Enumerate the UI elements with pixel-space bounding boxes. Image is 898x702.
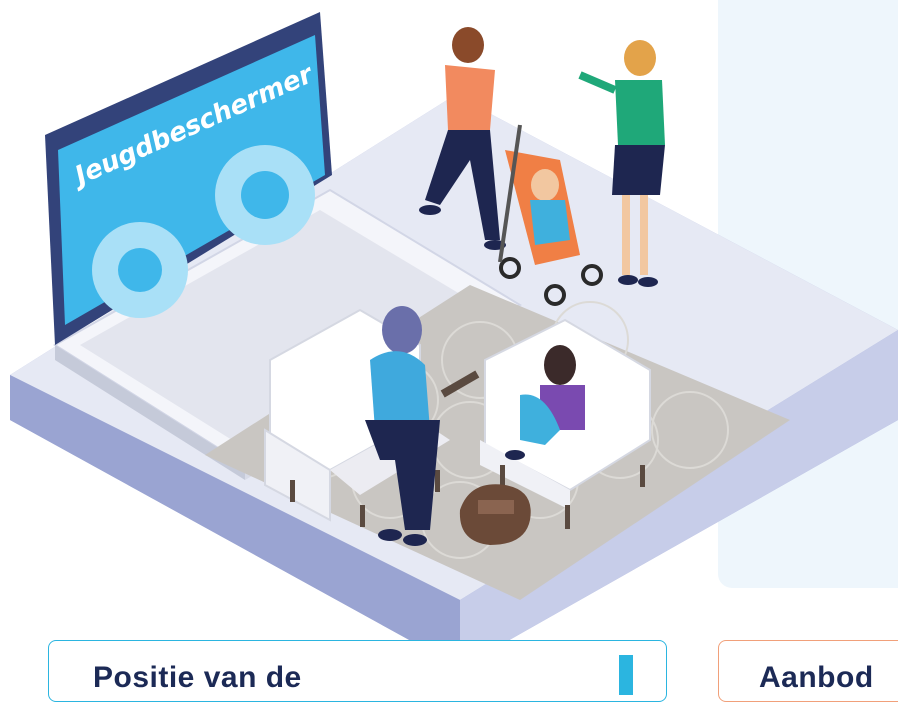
bag (459, 484, 531, 545)
card-left-title: Positie van de (93, 661, 302, 694)
accent-bar (619, 655, 633, 695)
isometric-illustration: Jeugdbeschermer (10, 12, 898, 668)
topic-card-right[interactable]: Aanbod (718, 640, 898, 702)
topic-card-left[interactable]: Positie van de (48, 640, 667, 702)
card-right-title: Aanbod (759, 661, 874, 694)
